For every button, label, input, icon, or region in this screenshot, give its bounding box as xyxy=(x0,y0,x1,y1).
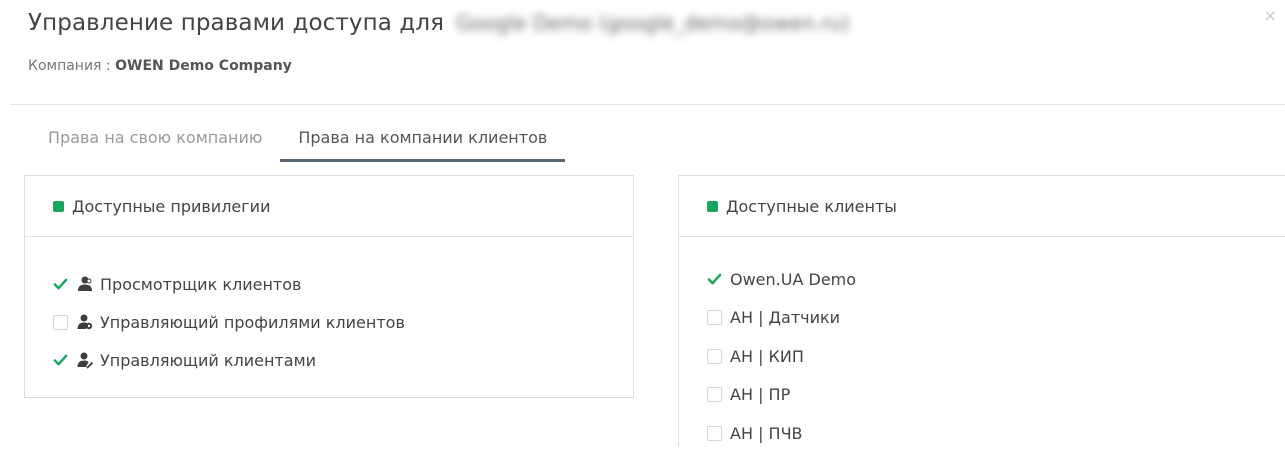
privilege-label: Управляющий клиентами xyxy=(100,350,317,370)
status-square-icon xyxy=(53,200,64,212)
tab-bar: Права на свою компанию Права на компании… xyxy=(30,120,566,162)
tab-client-companies[interactable]: Права на компании клиентов xyxy=(280,120,566,162)
tab-own-company[interactable]: Права на свою компанию xyxy=(30,120,280,162)
dialog-title: Управление правами доступа для xyxy=(28,10,445,36)
close-icon[interactable]: × xyxy=(1264,6,1277,25)
clients-list: Owen.UA Demo АН | Датчики АН | КИП АН | … xyxy=(679,237,1285,453)
privilege-item: Управляющий клиентами xyxy=(53,341,633,379)
dialog-header: Управление правами доступа для Google De… xyxy=(28,10,850,36)
client-item: АН | ПЧВ xyxy=(707,414,1285,453)
client-item: АН | КИП xyxy=(707,337,1285,376)
checkbox-unchecked[interactable] xyxy=(53,314,68,330)
privileges-title: Доступные привилегии xyxy=(72,196,271,216)
client-label: АН | КИП xyxy=(730,346,804,366)
privileges-list: Просмотрщик клиентов Управляющий профиля… xyxy=(25,237,633,379)
privilege-item: Просмотрщик клиентов xyxy=(53,265,633,303)
checkbox-checked[interactable] xyxy=(53,353,68,368)
company-name: OWEN Demo Company xyxy=(115,58,292,74)
checkbox-unchecked[interactable] xyxy=(707,348,722,364)
client-item: АН | ПР xyxy=(707,376,1285,415)
users-view-icon xyxy=(76,275,94,293)
company-line: Компания : OWEN Demo Company xyxy=(28,58,292,74)
client-label: АН | Датчики xyxy=(730,308,841,328)
checkbox-checked[interactable] xyxy=(53,277,68,292)
clients-header: Доступные клиенты xyxy=(679,176,1285,237)
client-label: Owen.UA Demo xyxy=(730,269,857,289)
checkbox-unchecked[interactable] xyxy=(707,425,722,441)
checkbox-checked[interactable] xyxy=(707,272,722,287)
company-label: Компания : xyxy=(28,58,111,74)
privilege-label: Просмотрщик клиентов xyxy=(100,274,302,294)
status-square-icon xyxy=(707,200,718,212)
user-edit-icon xyxy=(76,351,94,369)
divider xyxy=(10,104,1285,105)
user-name-redacted: Google Demo (google_demo@owen.ru) xyxy=(456,11,850,35)
privileges-header: Доступные привилегии xyxy=(25,176,633,237)
client-label: АН | ПЧВ xyxy=(730,423,803,443)
checkbox-unchecked[interactable] xyxy=(707,387,722,403)
checkbox-unchecked[interactable] xyxy=(707,310,722,326)
privilege-label: Управляющий профилями клиентов xyxy=(100,312,405,332)
clients-title: Доступные клиенты xyxy=(726,196,897,216)
privileges-panel: Доступные привилегии Просмотрщик клиенто… xyxy=(24,175,634,398)
clients-panel: Доступные клиенты Owen.UA Demo АН | Датч… xyxy=(678,175,1285,446)
client-label: АН | ПР xyxy=(730,385,791,405)
user-settings-icon xyxy=(76,313,94,331)
client-item: АН | Датчики xyxy=(707,299,1285,338)
client-item: Owen.UA Demo xyxy=(707,260,1285,299)
privilege-item: Управляющий профилями клиентов xyxy=(53,303,633,341)
